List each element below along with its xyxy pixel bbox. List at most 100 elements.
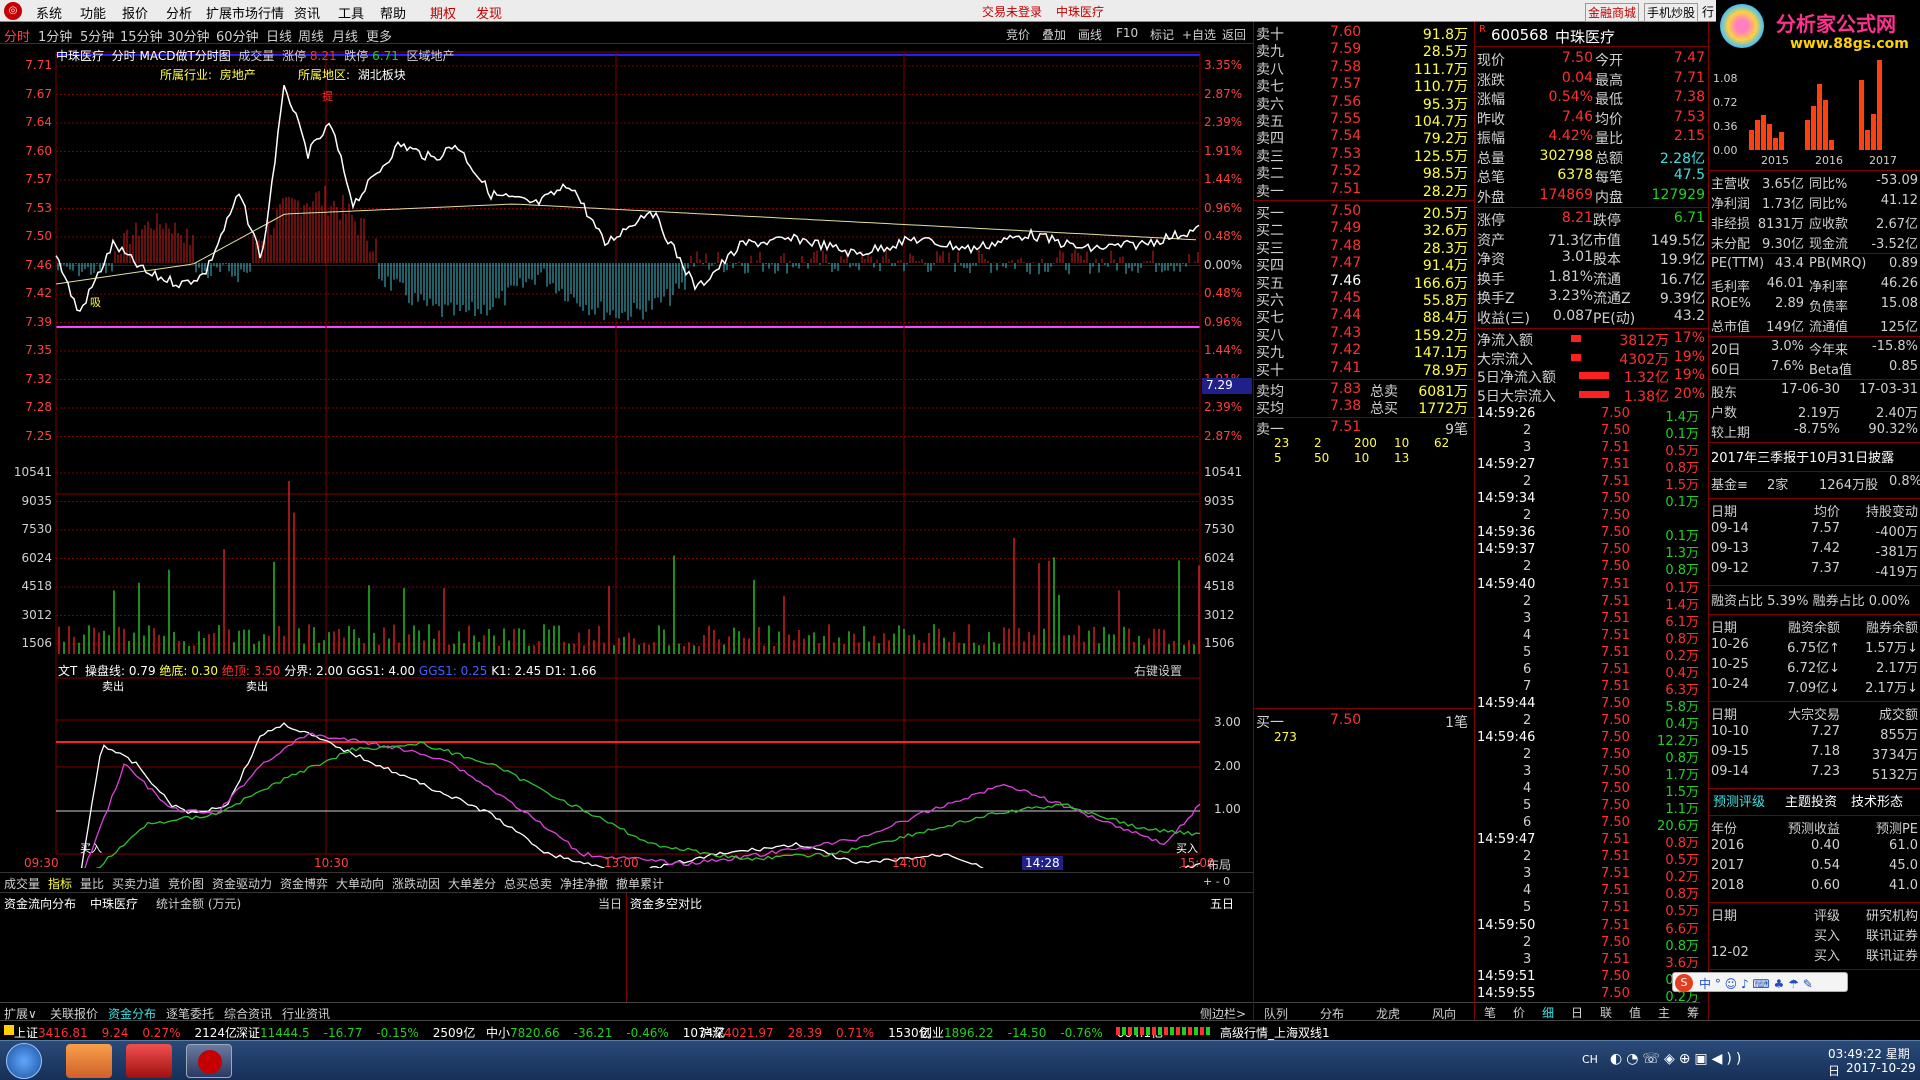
back-button[interactable]: 返回	[1222, 26, 1246, 43]
tick-row[interactable]: 6 7.51 0.4万	[1475, 662, 1707, 681]
tick-row[interactable]: 2 7.50 0.8万	[1475, 747, 1707, 766]
order-book-row[interactable]: 买八 7.43 159.2万	[1254, 325, 1472, 344]
indicator-tab[interactable]: 总买总卖	[504, 875, 552, 892]
indicator-tab[interactable]: 大单动向	[336, 875, 384, 892]
menu-quote[interactable]: 报价	[122, 3, 148, 22]
forecast-tab[interactable]: 主题投资	[1785, 791, 1837, 810]
menu-options[interactable]: 期权	[430, 3, 456, 22]
tick-row[interactable]: 2 7.51 0.5万	[1475, 849, 1707, 868]
tray-icons[interactable]: ◐◔☏◈⊕▣◀))	[1610, 1051, 1745, 1067]
tab-5min[interactable]: 5分钟	[80, 26, 114, 45]
detail-tab[interactable]: 日	[1571, 1004, 1583, 1021]
menu-analysis[interactable]: 分析	[166, 3, 192, 22]
tick-row[interactable]: 2 7.50 0.4万	[1475, 713, 1707, 732]
order-book-row[interactable]: 卖五 7.55 104.7万	[1254, 111, 1472, 130]
zoom-controls[interactable]: + - 0	[1203, 875, 1230, 888]
order-book-row[interactable]: 买一 7.50 20.5万	[1254, 203, 1472, 222]
tick-row[interactable]: 4 7.51 0.8万	[1475, 628, 1707, 647]
order-book-row[interactable]: 买四 7.47 91.4万	[1254, 255, 1472, 274]
menu-function[interactable]: 功能	[80, 3, 106, 22]
tab-60min[interactable]: 60分钟	[216, 26, 259, 45]
tick-row[interactable]: 2 7.51 1.4万	[1475, 594, 1707, 613]
menu-tools[interactable]: 工具	[338, 3, 364, 22]
indicator-tab[interactable]: 资金博弈	[280, 875, 328, 892]
order-book-row[interactable]: 买七 7.44 88.4万	[1254, 307, 1472, 326]
indicator-prefix[interactable]: 文T	[58, 664, 77, 678]
tab-daily[interactable]: 日线	[266, 26, 292, 45]
tick-row[interactable]: 14:59:40 7.51 0.1万	[1475, 577, 1707, 596]
detail-tab[interactable]: 细	[1542, 1004, 1554, 1021]
tab-weekly[interactable]: 周线	[298, 26, 324, 45]
ime-mode-icons[interactable]: 中 ° ☺ ♪ ⌨ ♣ ☂ ✎	[1699, 975, 1813, 992]
tick-row[interactable]: 3 7.51 6.1万	[1475, 611, 1707, 630]
tick-row[interactable]: 3 7.51 3.6万	[1475, 952, 1707, 971]
tick-row[interactable]: 14:59:26 7.50 1.4万	[1475, 406, 1707, 425]
menu-system[interactable]: 系统	[36, 3, 62, 22]
tick-row[interactable]: 14:59:46 7.50 12.2万	[1475, 730, 1707, 749]
indicator-tab[interactable]: 资金驱动力	[212, 875, 272, 892]
index-item[interactable]: 沪深4021.97 28.39 0.71% 1530亿	[700, 1024, 931, 1041]
tick-list[interactable]: 14:59:26 7.50 1.4万 2 7.50 0.1万 3 7.51 0.5万 14:59:…	[1475, 404, 1708, 1002]
menu-help[interactable]: 帮助	[380, 3, 406, 22]
auction-button[interactable]: 竞价	[1006, 26, 1030, 43]
mobile-link[interactable]: 手机炒股	[1644, 3, 1699, 22]
tick-row[interactable]: 2 7.51 1.5万	[1475, 474, 1707, 493]
mall-link[interactable]: 金融商城	[1585, 3, 1640, 22]
index-item[interactable]: 中小7820.66 -36.21 -0.46% 1074亿	[486, 1024, 725, 1041]
tick-row[interactable]: 2 7.50 0.8万	[1475, 935, 1707, 954]
detail-tab[interactable]: 笔	[1484, 1004, 1496, 1021]
app-logo-icon[interactable]: ◎	[4, 2, 22, 20]
order-book-row[interactable]: 卖九 7.59 28.5万	[1254, 41, 1472, 60]
indicator-tab[interactable]: 成交量	[4, 875, 40, 892]
order-book-row[interactable]: 买十 7.41 78.9万	[1254, 360, 1472, 379]
indicator-tab[interactable]: 指标	[48, 875, 72, 892]
order-book-row[interactable]: 买九 7.42 147.1万	[1254, 342, 1472, 361]
order-book-row[interactable]: 卖六 7.56 95.3万	[1254, 94, 1472, 113]
tick-row[interactable]: 3 7.50 1.7万	[1475, 764, 1707, 783]
ime-toolbar[interactable]: S 中 ° ☺ ♪ ⌨ ♣ ☂ ✎	[1672, 972, 1848, 992]
tab-monthly[interactable]: 月线	[332, 26, 358, 45]
order-book-row[interactable]: 卖一 7.51 28.2万	[1254, 181, 1472, 200]
indicator-tab[interactable]: 撤单累计	[616, 875, 664, 892]
indicator-tab[interactable]: 净挂净撤	[560, 875, 608, 892]
draw-line-button[interactable]: 画线	[1078, 26, 1102, 43]
mark-button[interactable]: 标记	[1150, 26, 1174, 43]
right-click-settings[interactable]: 右键设置	[1134, 662, 1182, 679]
menu-discover[interactable]: 发现	[476, 3, 502, 22]
order-book-row[interactable]: 卖十 7.60 91.8万	[1254, 24, 1472, 43]
tick-row[interactable]: 4 7.50 1.5万	[1475, 781, 1707, 800]
order-book-row[interactable]: 卖七 7.57 110.7万	[1254, 76, 1472, 95]
indicator-tab[interactable]: 量比	[80, 875, 104, 892]
menu-news[interactable]: 资讯	[294, 3, 320, 22]
start-button-icon[interactable]	[6, 1043, 42, 1079]
overlay-button[interactable]: 叠加	[1042, 26, 1066, 43]
tick-row[interactable]: 3 7.51 0.2万	[1475, 866, 1707, 885]
tab-more[interactable]: 更多	[366, 26, 392, 45]
forecast-tab[interactable]: 技术形态	[1851, 791, 1903, 810]
tick-row[interactable]: 14:59:27 7.51 0.8万	[1475, 457, 1707, 476]
f10-button[interactable]: F10	[1116, 26, 1138, 40]
indicator-tab[interactable]: 大单差分	[448, 875, 496, 892]
tab-15min[interactable]: 15分钟	[120, 26, 163, 45]
detail-tab[interactable]: 筹	[1687, 1004, 1699, 1021]
detail-tab[interactable]: 联	[1600, 1004, 1612, 1021]
tab-1min[interactable]: 1分钟	[38, 26, 72, 45]
index-item[interactable]: 深证11444.5 -16.77 -0.15% 2509亿	[236, 1024, 475, 1041]
order-book-row[interactable]: 卖四 7.54 79.2万	[1254, 128, 1472, 147]
tick-row[interactable]: 5 7.51 0.5万	[1475, 900, 1707, 919]
indicator-tab[interactable]: 涨跌动因	[392, 875, 440, 892]
tick-row[interactable]: 2 7.50 0.8万	[1475, 559, 1707, 578]
order-book-row[interactable]: 买二 7.49 32.6万	[1254, 220, 1472, 239]
taskbar-app-3-icon[interactable]	[186, 1044, 232, 1078]
forecast-tab[interactable]: 预测评级	[1713, 791, 1765, 810]
tab-intraday[interactable]: 分时	[4, 26, 30, 45]
tick-row[interactable]: 14:59:37 7.50 1.3万	[1475, 542, 1707, 561]
taskbar-app-2-icon[interactable]	[126, 1044, 172, 1078]
order-book-row[interactable]: 买五 7.46 166.6万	[1254, 273, 1472, 292]
tick-row[interactable]: 5 7.50 1.1万	[1475, 798, 1707, 817]
trade-status[interactable]: 交易未登录	[982, 3, 1042, 20]
menu-extended-market[interactable]: 扩展市场行情	[206, 3, 284, 22]
order-book-row[interactable]: 买三 7.48 28.3万	[1254, 238, 1472, 257]
order-book-row[interactable]: 卖八 7.58 111.7万	[1254, 59, 1472, 78]
detail-tab[interactable]: 主	[1658, 1004, 1670, 1021]
